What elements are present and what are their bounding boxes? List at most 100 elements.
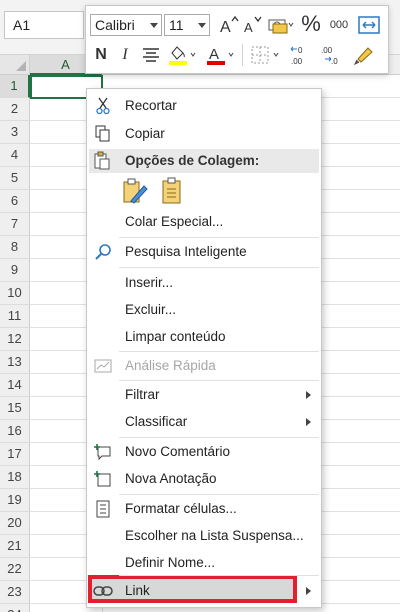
paste-icon bbox=[123, 178, 148, 204]
mini-toolbar: Calibri 11 A A % 000 N I A 0.00 .00 .0 bbox=[85, 5, 389, 74]
row-header[interactable]: 16 bbox=[0, 420, 30, 443]
row-header[interactable]: 7 bbox=[0, 213, 30, 236]
menu-header-label: Opções de Colagem: bbox=[125, 153, 260, 168]
row-header[interactable]: 11 bbox=[0, 305, 30, 328]
menu-item-label: Análise Rápida bbox=[125, 358, 216, 373]
paste-values-button[interactable] bbox=[159, 177, 185, 207]
menu-item-label: Novo Comentário bbox=[125, 444, 231, 459]
svg-text:A: A bbox=[244, 20, 253, 35]
menu-item-label: Pesquisa Inteligente bbox=[125, 244, 247, 259]
row-header[interactable]: 4 bbox=[0, 144, 30, 167]
font-size-select[interactable]: 11 bbox=[164, 14, 210, 36]
font-name-select[interactable]: Calibri bbox=[90, 14, 162, 36]
percent-label: % bbox=[301, 11, 321, 36]
menu-item-label: Excluir... bbox=[125, 302, 177, 317]
menu-item-label: Definir Nome... bbox=[125, 555, 216, 570]
increase-decimal-button[interactable]: 0.00 bbox=[288, 43, 316, 67]
row-header[interactable]: 1 bbox=[0, 75, 30, 98]
row-header[interactable]: 18 bbox=[0, 466, 30, 489]
merge-center-icon bbox=[358, 16, 380, 34]
select-all-button[interactable] bbox=[0, 55, 30, 75]
paste-options-header: Opções de Colagem: bbox=[89, 149, 319, 173]
thousands-label: 000 bbox=[329, 19, 349, 31]
menu-item-escolher-lista[interactable]: Escolher na Lista Suspensa... bbox=[87, 523, 321, 549]
menu-item-excluir[interactable]: Excluir... bbox=[87, 297, 321, 323]
row-header[interactable]: 10 bbox=[0, 282, 30, 305]
submenu-arrow-icon bbox=[306, 587, 311, 595]
menu-item-link[interactable]: Link bbox=[87, 578, 321, 604]
submenu-arrow-icon bbox=[306, 418, 311, 426]
row-header[interactable]: 19 bbox=[0, 489, 30, 512]
menu-item-label: Colar Especial... bbox=[125, 214, 224, 229]
font-size-value: 11 bbox=[169, 17, 184, 33]
row-header[interactable]: 24 bbox=[0, 604, 30, 612]
row-header[interactable]: 12 bbox=[0, 328, 30, 351]
paste-default-button[interactable] bbox=[121, 177, 149, 207]
row-header[interactable]: 6 bbox=[0, 190, 30, 213]
menu-item-label: Inserir... bbox=[125, 275, 174, 290]
row-header[interactable]: 3 bbox=[0, 121, 30, 144]
decrease-decimal-icon: .00.0 bbox=[321, 46, 338, 66]
highlight-swatch bbox=[169, 61, 187, 65]
name-box[interactable]: A1 bbox=[4, 11, 84, 39]
menu-item-label: Recortar bbox=[125, 98, 177, 113]
percent-style-button[interactable]: % bbox=[300, 11, 322, 36]
menu-item-copiar[interactable]: Copiar bbox=[87, 121, 321, 147]
menu-separator bbox=[119, 437, 319, 438]
menu-item-recortar[interactable]: Recortar bbox=[87, 93, 321, 119]
menu-item-definir-nome[interactable]: Definir Nome... bbox=[87, 550, 321, 576]
menu-item-colar-especial[interactable]: Colar Especial... bbox=[87, 209, 321, 235]
decrease-font-icon: A bbox=[244, 16, 262, 35]
row-header[interactable]: 22 bbox=[0, 558, 30, 581]
accounting-format-button[interactable] bbox=[266, 13, 296, 37]
decrease-font-button[interactable]: A bbox=[242, 13, 264, 37]
row-header[interactable]: 15 bbox=[0, 397, 30, 420]
row-header[interactable]: 17 bbox=[0, 443, 30, 466]
row-header[interactable]: 2 bbox=[0, 98, 30, 121]
font-name-value: Calibri bbox=[95, 17, 135, 33]
row-header[interactable]: 23 bbox=[0, 581, 30, 604]
row-header[interactable]: 5 bbox=[0, 167, 30, 190]
menu-item-limpar-conteudo[interactable]: Limpar conteúdo bbox=[87, 324, 321, 350]
menu-item-label: Link bbox=[125, 583, 150, 598]
menu-separator bbox=[119, 380, 319, 381]
menu-item-novo-comentario[interactable]: Novo Comentário bbox=[87, 439, 321, 465]
row-header[interactable]: 9 bbox=[0, 259, 30, 282]
format-painter-icon bbox=[353, 47, 373, 66]
menu-item-nova-anotacao[interactable]: Nova Anotação bbox=[87, 466, 321, 492]
menu-item-formatar-celulas[interactable]: Formatar células... bbox=[87, 496, 321, 522]
comma-style-button[interactable]: 000 bbox=[326, 13, 352, 37]
menu-item-filtrar[interactable]: Filtrar bbox=[87, 382, 321, 408]
format-painter-button[interactable] bbox=[350, 43, 378, 67]
format-cells-icon bbox=[93, 499, 113, 519]
italic-label: I bbox=[122, 46, 128, 63]
menu-item-inserir[interactable]: Inserir... bbox=[87, 270, 321, 296]
align-center-button[interactable] bbox=[140, 43, 162, 67]
svg-text:.0: .0 bbox=[331, 57, 338, 66]
borders-button[interactable] bbox=[248, 43, 284, 67]
menu-item-pesquisa-inteligente[interactable]: Pesquisa Inteligente bbox=[87, 239, 321, 265]
menu-item-classificar[interactable]: Classificar bbox=[87, 409, 321, 435]
bold-label: N bbox=[95, 46, 107, 63]
merge-center-button[interactable] bbox=[356, 13, 382, 37]
copy-icon bbox=[93, 124, 113, 144]
row-header[interactable]: 20 bbox=[0, 512, 30, 535]
search-icon bbox=[93, 242, 113, 262]
align-center-icon bbox=[143, 48, 159, 62]
accounting-format-icon bbox=[268, 19, 294, 34]
scissors-icon bbox=[93, 96, 113, 116]
row-header[interactable]: 13 bbox=[0, 351, 30, 374]
decrease-decimal-button[interactable]: .00.0 bbox=[318, 43, 346, 67]
fill-color-button[interactable] bbox=[166, 43, 200, 67]
menu-item-analise-rapida: Análise Rápida bbox=[87, 353, 321, 379]
italic-button[interactable]: I bbox=[116, 43, 134, 67]
increase-font-button[interactable]: A bbox=[218, 13, 240, 37]
bold-button[interactable]: N bbox=[92, 43, 110, 67]
font-color-button[interactable]: A bbox=[204, 43, 238, 67]
row-header[interactable]: 14 bbox=[0, 374, 30, 397]
row-header[interactable]: 21 bbox=[0, 535, 30, 558]
increase-font-icon: A bbox=[220, 15, 239, 35]
row-header[interactable]: 8 bbox=[0, 236, 30, 259]
svg-text:.00: .00 bbox=[291, 57, 303, 66]
svg-text:A: A bbox=[209, 46, 219, 63]
